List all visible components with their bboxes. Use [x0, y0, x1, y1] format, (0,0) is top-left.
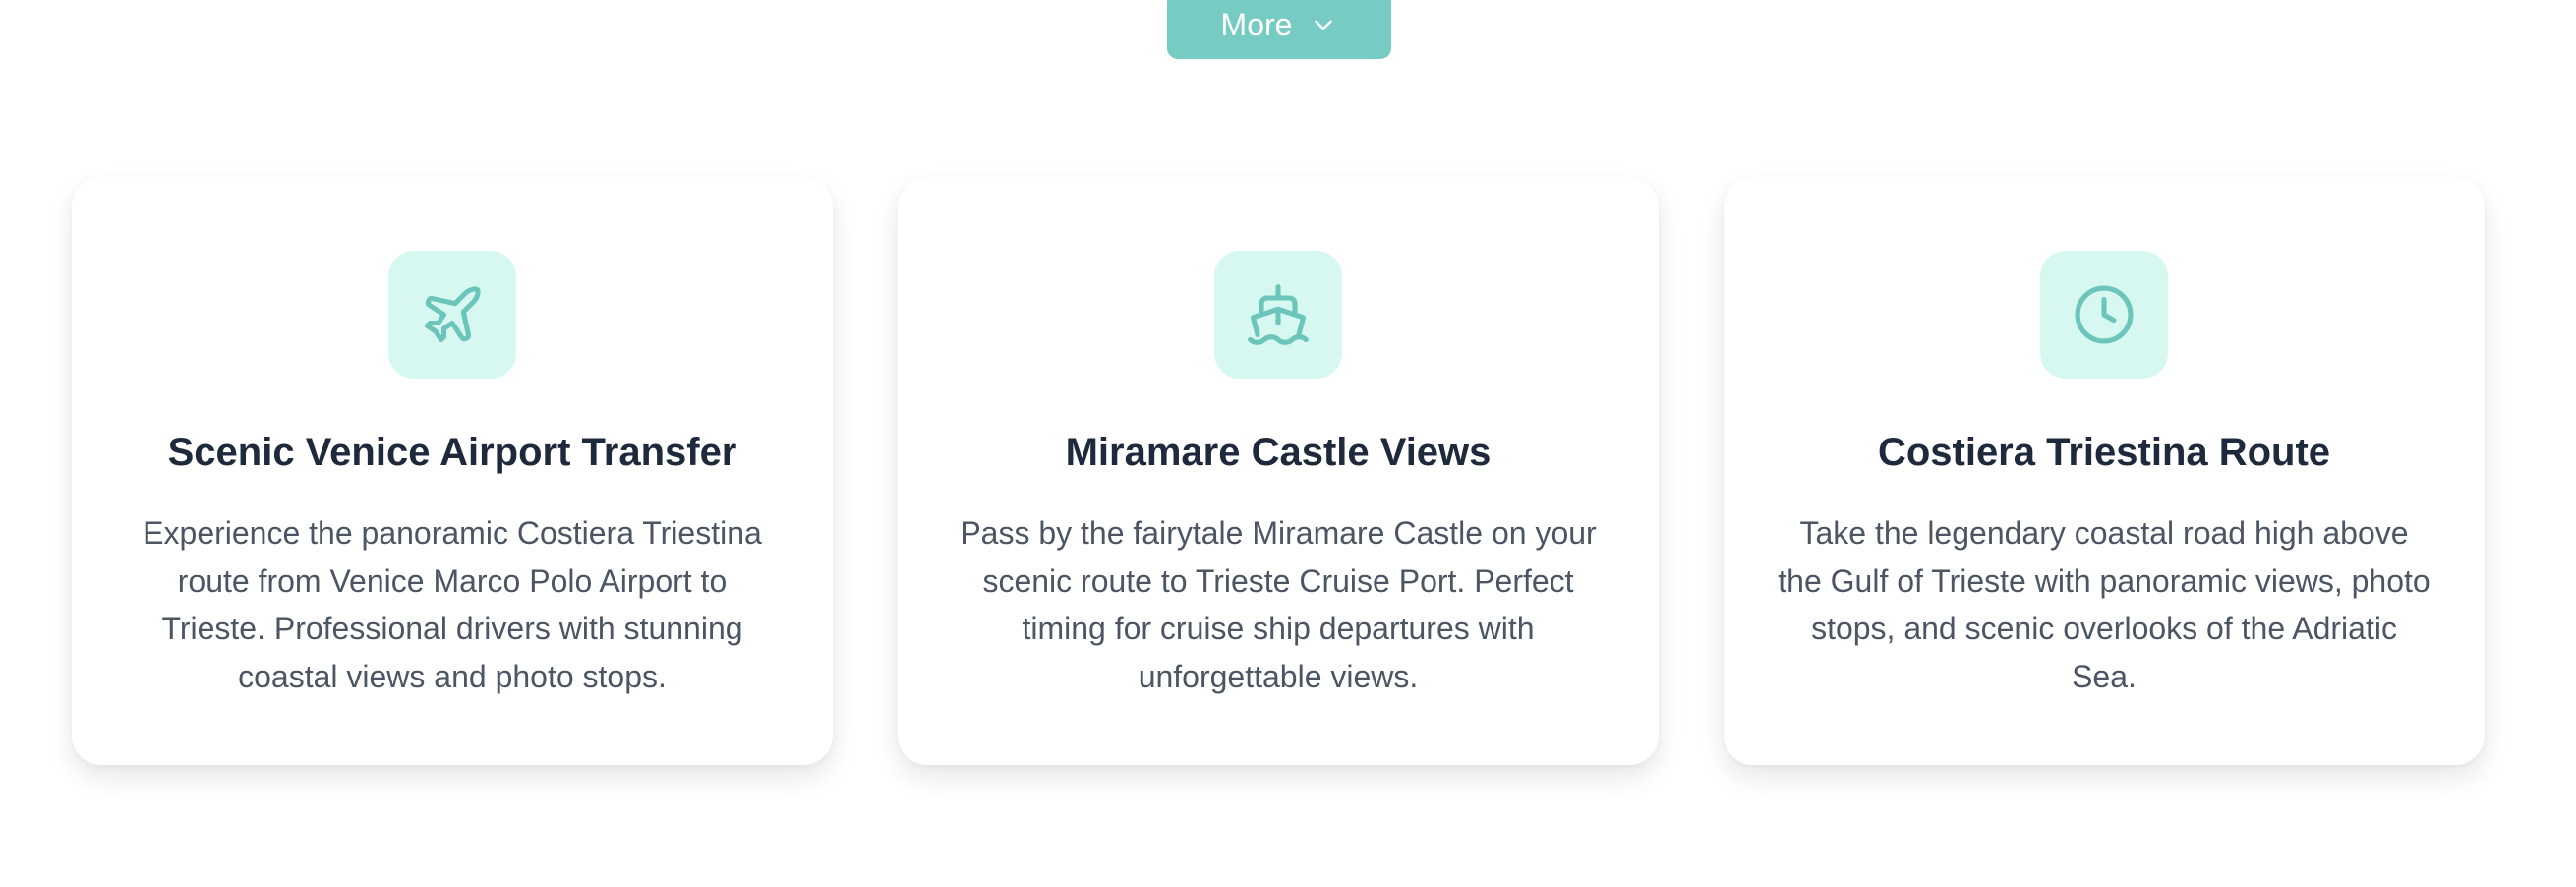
card-description: Experience the panoramic Costiera Triest…: [143, 515, 762, 694]
more-button[interactable]: More: [1167, 0, 1391, 59]
icon-tile: [1214, 251, 1342, 379]
airplane-icon: [424, 286, 481, 343]
feature-card-airport-transfer: Scenic Venice Airport Transfer Experienc…: [72, 177, 833, 765]
more-button-label: More: [1220, 7, 1293, 42]
ship-icon: [1248, 284, 1309, 345]
card-description: Take the legendary coastal road high abo…: [1778, 515, 2430, 694]
icon-tile: [388, 251, 516, 379]
icon-tile: [2040, 251, 2168, 379]
card-description: Pass by the fairytale Miramare Castle on…: [960, 515, 1597, 694]
card-title: Miramare Castle Views: [1065, 431, 1492, 474]
feature-card-coastal-route: Costiera Triestina Route Take the legend…: [1724, 177, 2485, 765]
card-title: Costiera Triestina Route: [1877, 431, 2331, 474]
feature-card-miramare-castle: Miramare Castle Views Pass by the fairyt…: [898, 177, 1659, 765]
clock-icon: [2075, 285, 2134, 344]
card-title: Scenic Venice Airport Transfer: [167, 431, 737, 474]
chevron-down-icon: [1310, 12, 1337, 39]
